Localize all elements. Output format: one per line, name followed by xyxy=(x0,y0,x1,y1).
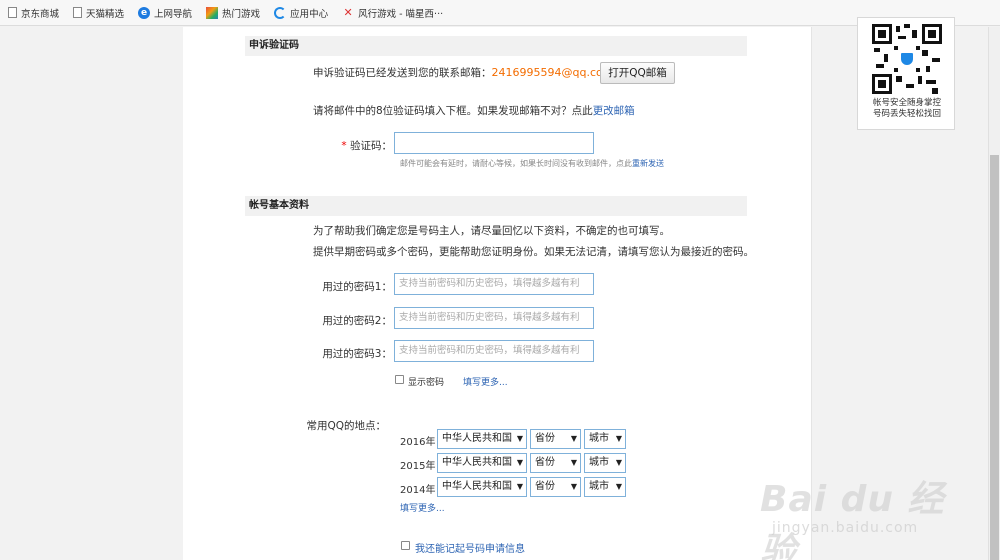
province-value: 省份 xyxy=(535,457,555,468)
dropdown-arrow-icon: ▼ xyxy=(615,434,622,443)
dropdown-arrow-icon: ▼ xyxy=(516,458,523,467)
bookmark-jd[interactable]: 京东商城 xyxy=(8,6,59,20)
dropdown-arrow-icon: ▼ xyxy=(516,482,523,491)
required-mark: * xyxy=(341,140,347,152)
qr-caption-line1: 帐号安全随身掌控 xyxy=(872,98,941,108)
city-value: 城市 xyxy=(589,457,609,468)
qr-code xyxy=(872,24,942,94)
country-value: 中华人民共和国 xyxy=(442,433,512,444)
bookmark-games[interactable]: 热门游戏 xyxy=(206,6,260,20)
bookmark-tmall[interactable]: 天猫精选 xyxy=(73,6,124,20)
bookmarks-bar: 京东商城 天猫精选 e 上网导航 热门游戏 应用中心 ✕ 风行游戏 - 喵星西·… xyxy=(0,0,1000,26)
dropdown-arrow-icon: ▼ xyxy=(570,458,577,467)
bookmark-label: 热门游戏 xyxy=(222,8,261,20)
app-center-icon xyxy=(274,6,287,19)
qr-card: 帐号安全随身掌控 号码丢失轻松找回 xyxy=(857,17,955,130)
verification-code-input[interactable] xyxy=(394,132,594,154)
city-value: 城市 xyxy=(589,433,609,444)
password-3-label: 用过的密码3： xyxy=(322,348,392,360)
dropdown-arrow-icon: ▼ xyxy=(615,482,622,491)
location-year-2016: 2016年 xyxy=(400,437,436,448)
hint-text: 邮件可能会有延时，请耐心等候，如果长时间没有收到邮件，点此 xyxy=(400,159,632,168)
location-year-2014: 2014年 xyxy=(400,485,436,496)
bookmark-nav[interactable]: e 上网导航 xyxy=(138,6,192,20)
watermark-brand: Bai du 经验 xyxy=(760,479,945,560)
bookmark-label: 天猫精选 xyxy=(86,8,125,20)
password-2-input[interactable]: 支持当前密码和历史密码，填得越多越有利 xyxy=(394,307,594,329)
open-qq-mail-button[interactable]: 打开QQ邮箱 xyxy=(600,62,675,84)
qr-caption-line2: 号码丢失轻松找回 xyxy=(872,109,941,119)
city-select-2014[interactable]: 城市 ▼ xyxy=(584,477,626,497)
bookmark-label: 应用中心 xyxy=(290,8,329,20)
show-password-checkbox[interactable] xyxy=(395,375,404,384)
code-instruction: 请将邮件中的8位验证码填入下框。如果发现邮箱不对？点此更改邮箱 xyxy=(313,103,635,118)
province-select-2014[interactable]: 省份 ▼ xyxy=(530,477,581,497)
change-email-link[interactable]: 更改邮箱 xyxy=(593,105,635,117)
resend-link[interactable]: 重新发送 xyxy=(632,159,664,168)
city-select-2016[interactable]: 城市 ▼ xyxy=(584,429,626,449)
code-hint: 邮件可能会有延时，请耐心等候，如果长时间没有收到邮件，点此重新发送 xyxy=(400,158,664,169)
city-value: 城市 xyxy=(589,481,609,492)
left-background xyxy=(0,27,183,560)
province-select-2016[interactable]: 省份 ▼ xyxy=(530,429,581,449)
remember-apply-checkbox[interactable] xyxy=(401,541,410,550)
watermark-url: jingyan.baidu.com xyxy=(772,520,919,536)
section-title-basic-info: 帐号基本资料 xyxy=(245,196,747,216)
dropdown-arrow-icon: ▼ xyxy=(615,458,622,467)
code-sent-label: 申诉验证码已经发送到您的联系邮箱： xyxy=(313,67,492,79)
remember-apply-label[interactable]: 我还能记起号码申请信息 xyxy=(415,540,525,555)
qr-caption: 帐号安全随身掌控 号码丢失轻松找回 xyxy=(858,98,956,120)
ie-icon: e xyxy=(138,6,151,19)
bookmark-fengxing[interactable]: ✕ 风行游戏 - 喵星西··· xyxy=(342,6,443,20)
bookmark-label: 风行游戏 - 喵星西··· xyxy=(358,8,444,20)
province-select-2015[interactable]: 省份 ▼ xyxy=(530,453,581,473)
dropdown-arrow-icon: ▼ xyxy=(570,482,577,491)
province-value: 省份 xyxy=(535,433,555,444)
location-year-2015: 2015年 xyxy=(400,461,436,472)
password-1-input[interactable]: 支持当前密码和历史密码，填得越多越有利 xyxy=(394,273,594,295)
code-label-text: 验证码： xyxy=(350,140,392,152)
scrollbar-thumb[interactable] xyxy=(990,155,999,560)
province-value: 省份 xyxy=(535,481,555,492)
country-select-2014[interactable]: 中华人民共和国 ▼ xyxy=(437,477,527,497)
basic-info-desc-2: 提供早期密码或多个密码，更能帮助您证明身份。如果无法记清，请填写您认为最接近的密… xyxy=(313,246,754,258)
dropdown-arrow-icon: ▼ xyxy=(570,434,577,443)
country-value: 中华人民共和国 xyxy=(442,457,512,468)
game-icon xyxy=(206,6,219,19)
contact-email: 2416995594@qq.com xyxy=(491,66,614,79)
city-select-2015[interactable]: 城市 ▼ xyxy=(584,453,626,473)
bookmark-label: 京东商城 xyxy=(21,8,60,20)
country-value: 中华人民共和国 xyxy=(442,481,512,492)
page-icon xyxy=(73,7,83,18)
fill-more-passwords-link[interactable]: 填写更多... xyxy=(463,375,508,388)
show-password-label: 显示密码 xyxy=(408,378,445,388)
country-select-2015[interactable]: 中华人民共和国 ▼ xyxy=(437,453,527,473)
code-label: * 验证码： xyxy=(330,138,392,153)
fill-more-locations-link[interactable]: 填写更多... xyxy=(400,501,445,514)
page-icon xyxy=(8,7,17,18)
code-sent-text: 申诉验证码已经发送到您的联系邮箱：2416995594@qq.com xyxy=(313,65,613,80)
baidu-jingyan-watermark: Bai du 经验 jingyan.baidu.com xyxy=(760,470,960,560)
shield-icon xyxy=(899,51,915,67)
bookmark-app-center[interactable]: 应用中心 xyxy=(274,6,328,20)
section-title-appeal-code: 申诉验证码 xyxy=(245,36,747,56)
instruction-text: 请将邮件中的8位验证码填入下框。如果发现邮箱不对？点此 xyxy=(313,105,593,117)
password-3-input[interactable]: 支持当前密码和历史密码，填得越多越有利 xyxy=(394,340,594,362)
fengxing-icon: ✕ xyxy=(343,5,353,19)
password-2-label: 用过的密码2： xyxy=(322,315,392,327)
basic-info-desc-1: 为了帮助我们确定您是号码主人，请尽量回忆以下资料，不确定的也可填写。 xyxy=(313,225,670,237)
bookmark-label: 上网导航 xyxy=(154,8,193,20)
password-1-label: 用过的密码1： xyxy=(322,281,392,293)
country-select-2016[interactable]: 中华人民共和国 ▼ xyxy=(437,429,527,449)
dropdown-arrow-icon: ▼ xyxy=(516,434,523,443)
location-label: 常用QQ的地点： xyxy=(306,420,386,432)
